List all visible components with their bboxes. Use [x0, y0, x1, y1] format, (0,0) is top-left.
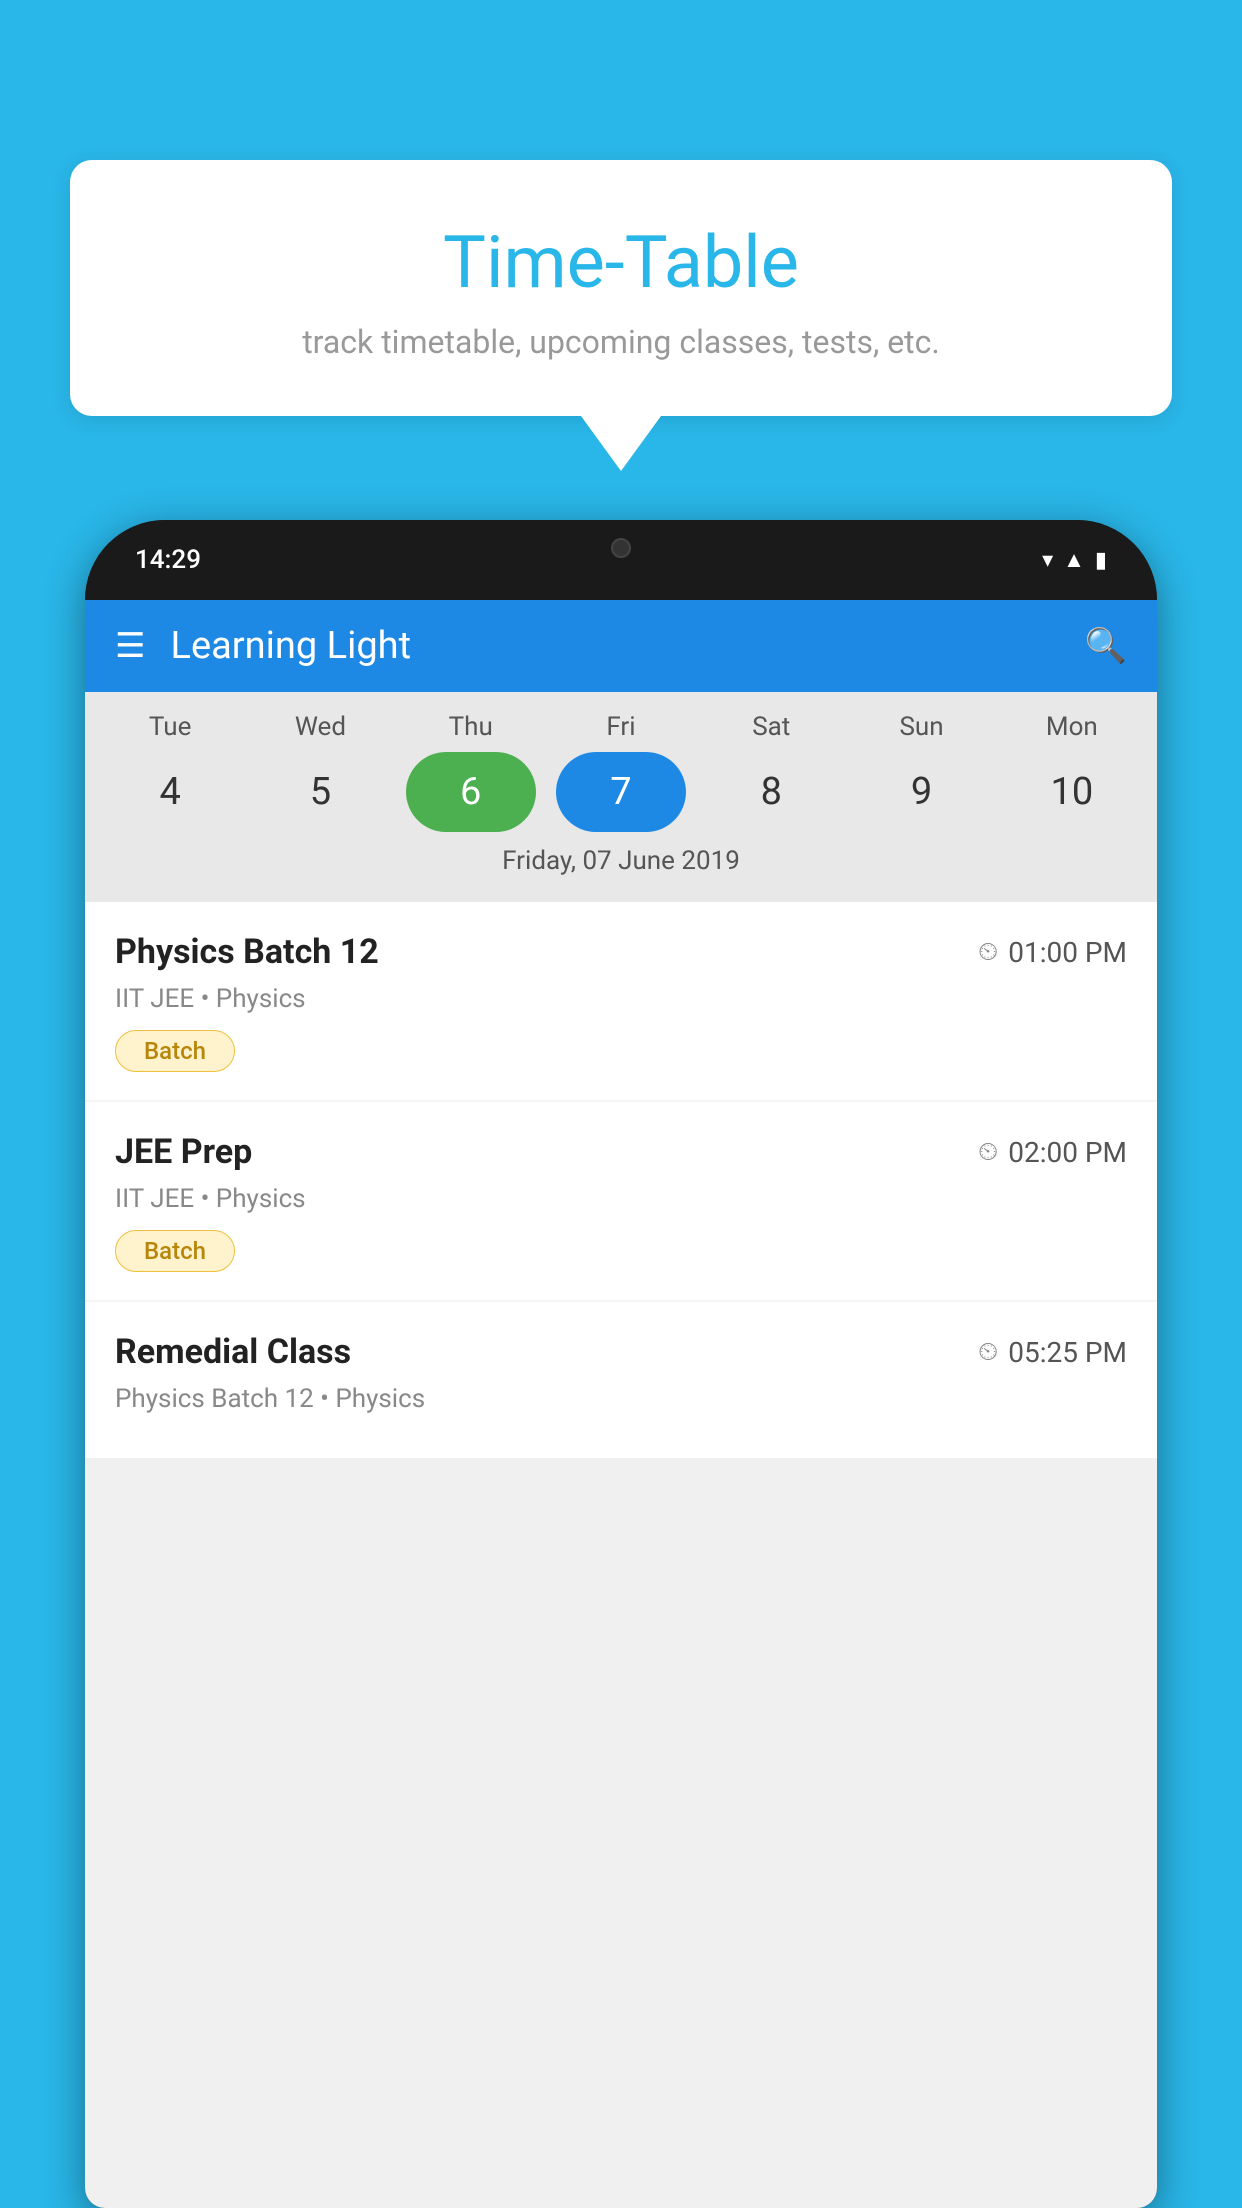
schedule-time-text-2: 02:00 PM: [1008, 1136, 1127, 1169]
day-6-today[interactable]: 6: [406, 752, 536, 832]
schedule-subtitle-1: IIT JEE • Physics: [115, 984, 1127, 1014]
schedule-subtitle-2: IIT JEE • Physics: [115, 1184, 1127, 1214]
schedule-time-3: ⏲ 05:25 PM: [978, 1336, 1127, 1369]
calendar-strip: Tue Wed Thu Fri Sat Sun Mon 4 5 6 7 8 9 …: [85, 692, 1157, 902]
speech-bubble-container: Time-Table track timetable, upcoming cla…: [70, 160, 1172, 471]
day-header-sat: Sat: [706, 712, 836, 742]
schedule-subtitle-3: Physics Batch 12 • Physics: [115, 1384, 1127, 1414]
schedule-time-text-3: 05:25 PM: [1008, 1336, 1127, 1369]
app-title: Learning Light: [170, 624, 1059, 668]
phone-frame: 14:29 ▾ ▲ ▮ ☰ Learning Light 🔍 Tue Wed T…: [85, 520, 1157, 2208]
schedule-time-text-1: 01:00 PM: [1008, 936, 1127, 969]
app-toolbar: ☰ Learning Light 🔍: [85, 600, 1157, 692]
day-header-tue: Tue: [105, 712, 235, 742]
battery-icon: ▮: [1095, 548, 1107, 573]
day-header-fri: Fri: [556, 712, 686, 742]
menu-icon[interactable]: ☰: [115, 629, 145, 663]
wifi-icon: ▾: [1042, 548, 1053, 573]
search-icon[interactable]: 🔍: [1085, 626, 1127, 666]
day-9[interactable]: 9: [857, 752, 987, 832]
phone-notch: [541, 520, 701, 575]
day-5[interactable]: 5: [255, 752, 385, 832]
signal-icon: ▲: [1063, 547, 1085, 573]
schedule-title-1: Physics Batch 12: [115, 932, 379, 972]
schedule-title-2: JEE Prep: [115, 1132, 252, 1172]
selected-date-label: Friday, 07 June 2019: [85, 832, 1157, 892]
schedule-item-3-header: Remedial Class ⏲ 05:25 PM: [115, 1332, 1127, 1372]
day-8[interactable]: 8: [706, 752, 836, 832]
schedule-list: Physics Batch 12 ⏲ 01:00 PM IIT JEE • Ph…: [85, 902, 1157, 1458]
schedule-item-2[interactable]: JEE Prep ⏲ 02:00 PM IIT JEE • Physics Ba…: [85, 1102, 1157, 1300]
phone-camera: [611, 538, 631, 558]
batch-tag-1: Batch: [115, 1030, 235, 1072]
day-10[interactable]: 10: [1007, 752, 1137, 832]
day-7-selected[interactable]: 7: [556, 752, 686, 832]
status-icons: ▾ ▲ ▮: [1042, 547, 1107, 573]
status-bar: 14:29 ▾ ▲ ▮: [85, 520, 1157, 600]
day-header-sun: Sun: [857, 712, 987, 742]
speech-bubble: Time-Table track timetable, upcoming cla…: [70, 160, 1172, 416]
schedule-time-2: ⏲ 02:00 PM: [978, 1136, 1127, 1169]
clock-icon-1: ⏲: [978, 937, 998, 968]
day-numbers: 4 5 6 7 8 9 10: [85, 752, 1157, 832]
batch-tag-2: Batch: [115, 1230, 235, 1272]
schedule-item-1[interactable]: Physics Batch 12 ⏲ 01:00 PM IIT JEE • Ph…: [85, 902, 1157, 1100]
day-header-mon: Mon: [1007, 712, 1137, 742]
day-headers: Tue Wed Thu Fri Sat Sun Mon: [85, 712, 1157, 742]
schedule-title-3: Remedial Class: [115, 1332, 351, 1372]
app-screen: ☰ Learning Light 🔍 Tue Wed Thu Fri Sat S…: [85, 600, 1157, 2208]
schedule-item-3[interactable]: Remedial Class ⏲ 05:25 PM Physics Batch …: [85, 1302, 1157, 1458]
speech-bubble-pointer: [581, 416, 661, 471]
clock-icon-2: ⏲: [978, 1137, 998, 1168]
clock-icon-3: ⏲: [978, 1337, 998, 1368]
day-header-wed: Wed: [255, 712, 385, 742]
schedule-item-2-header: JEE Prep ⏲ 02:00 PM: [115, 1132, 1127, 1172]
speech-bubble-subtitle: track timetable, upcoming classes, tests…: [120, 323, 1122, 361]
status-time: 14:29: [135, 545, 201, 575]
speech-bubble-title: Time-Table: [120, 220, 1122, 305]
schedule-item-1-header: Physics Batch 12 ⏲ 01:00 PM: [115, 932, 1127, 972]
day-header-thu: Thu: [406, 712, 536, 742]
schedule-time-1: ⏲ 01:00 PM: [978, 936, 1127, 969]
day-4[interactable]: 4: [105, 752, 235, 832]
